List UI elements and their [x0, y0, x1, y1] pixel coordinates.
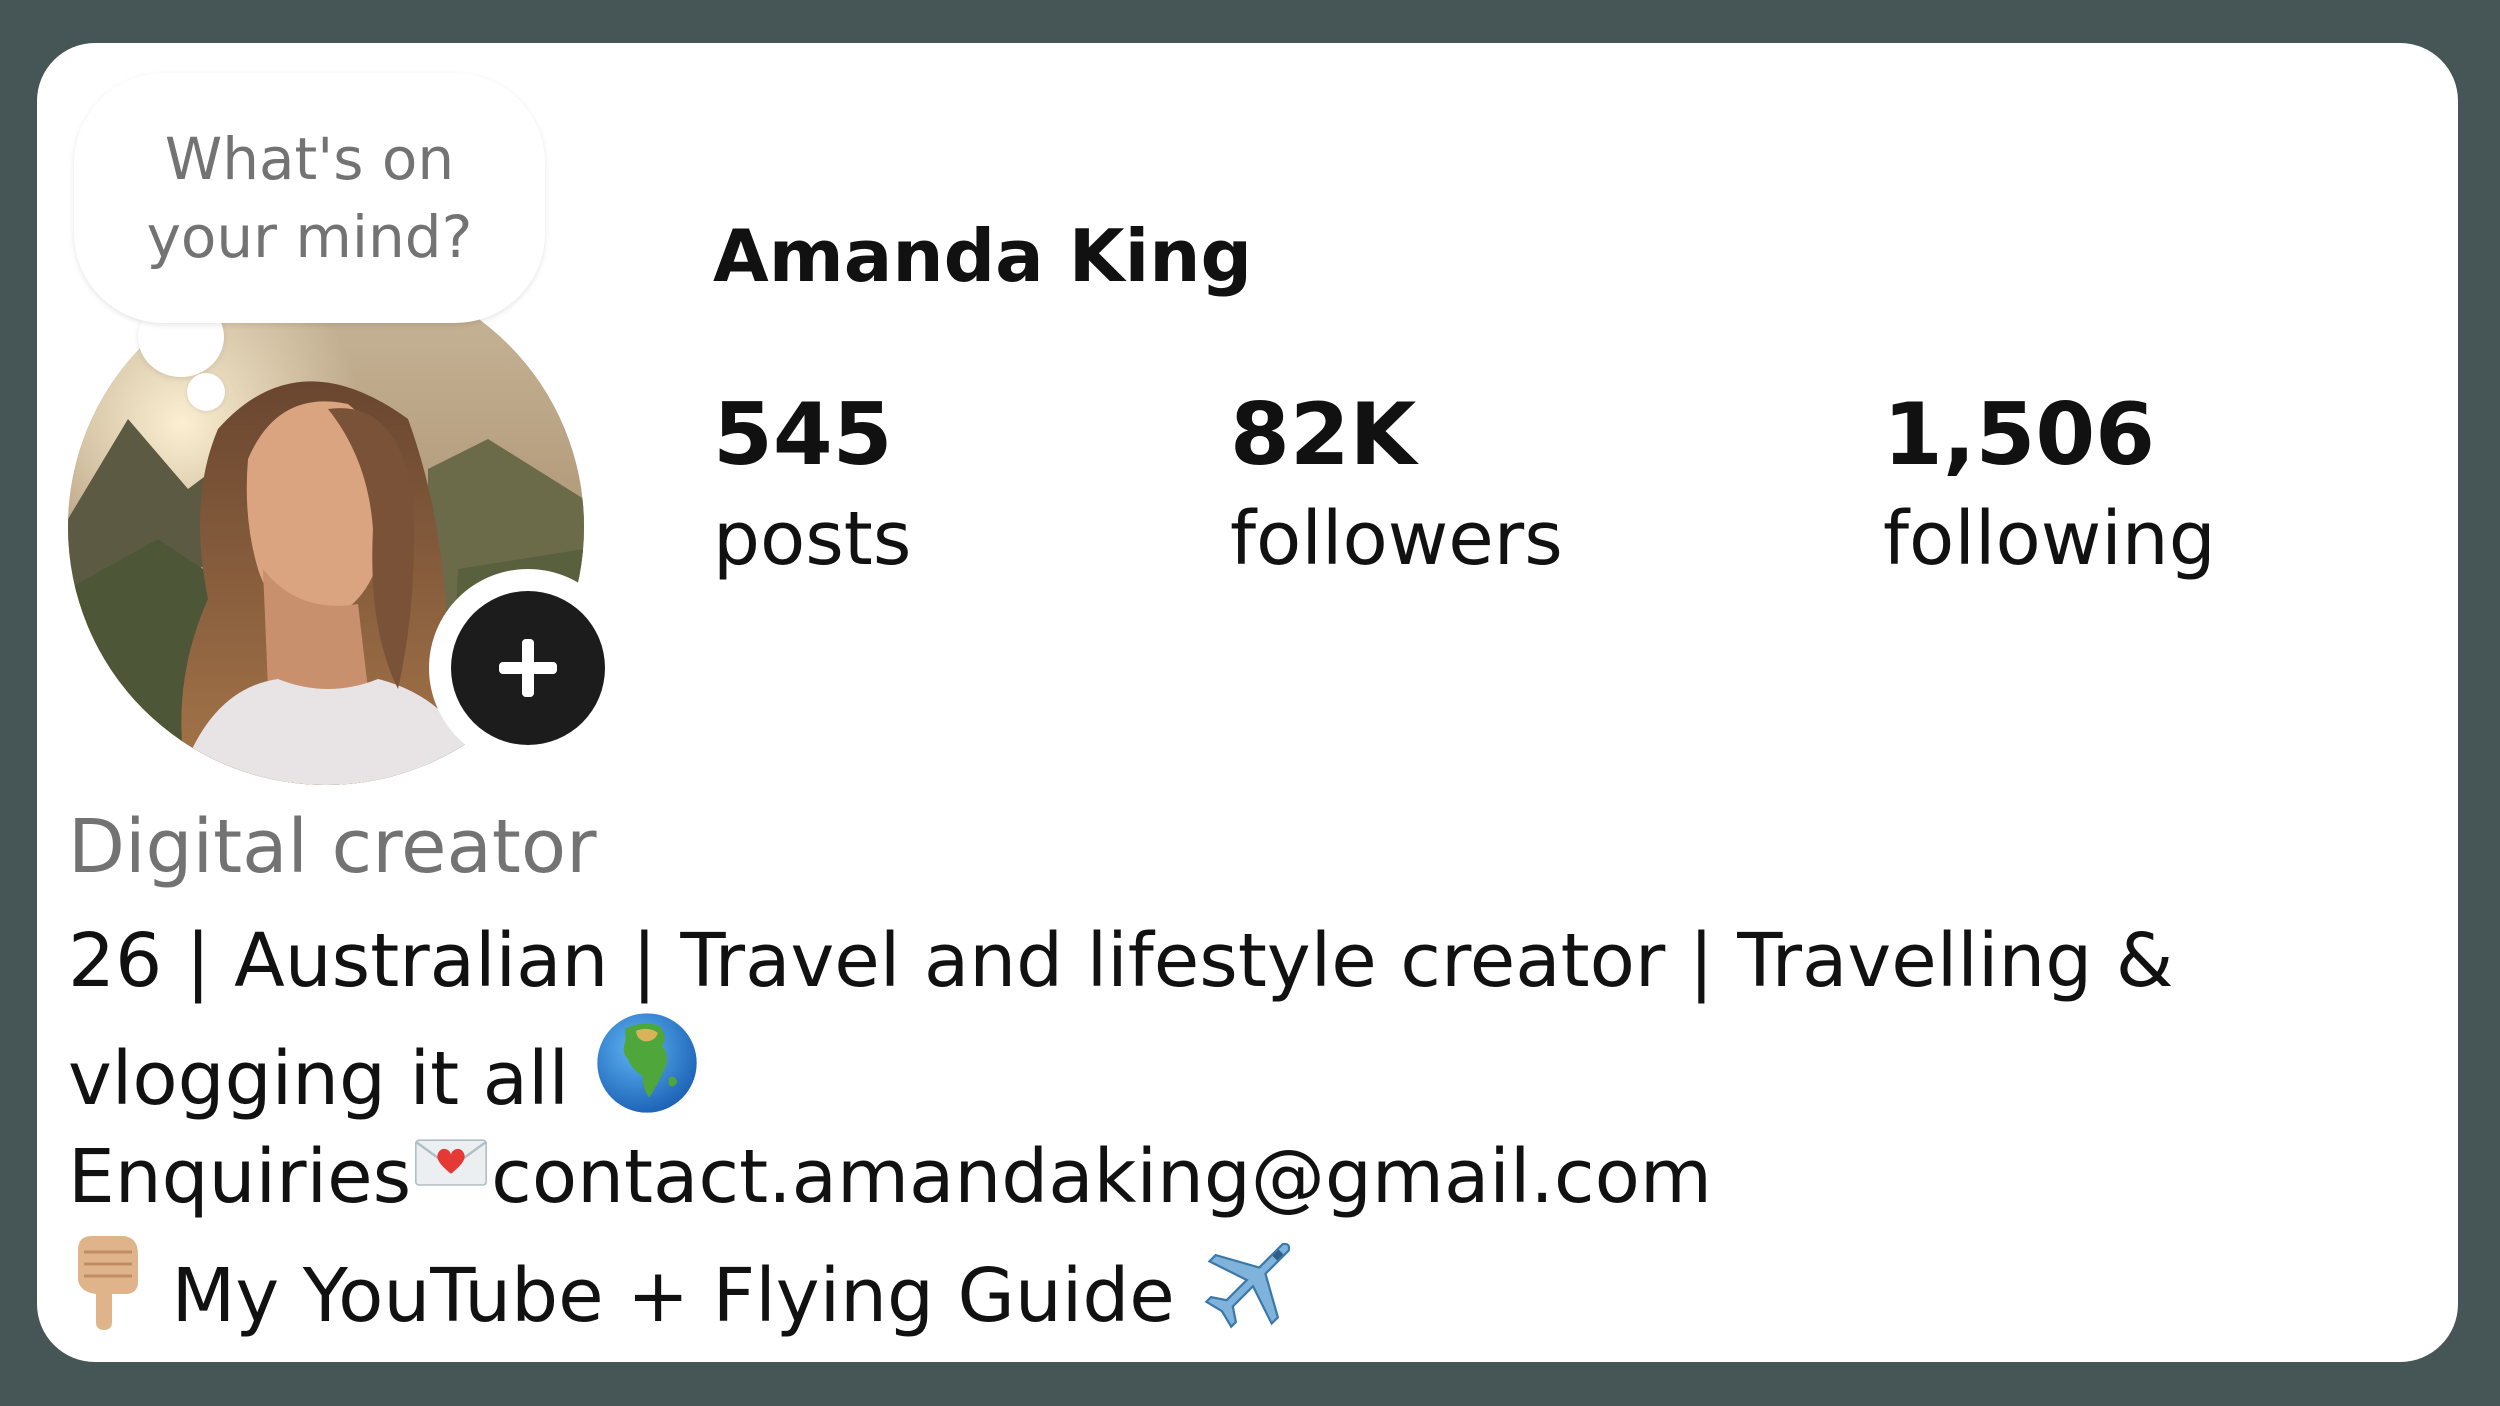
following-label: following [1883, 496, 2216, 582]
bio-line-1: 26 | Australian | Travel and lifestyle c… [68, 918, 2174, 1004]
profile-name: Amanda King [713, 214, 1253, 298]
bio-line-3: Enquiries contact.amandaking@gmail.com [68, 1123, 2368, 1231]
bio-line-4: My YouTube + Flying Guide [68, 1231, 2368, 1339]
following-count: 1,506 [1883, 385, 2156, 485]
posts-count: 545 [713, 385, 893, 485]
email-link[interactable]: contact.amandaking@gmail.com [491, 1134, 1712, 1220]
stat-posts[interactable]: 545 posts [713, 381, 911, 587]
followers-count: 82K [1230, 385, 1417, 485]
airplane-icon [1198, 1225, 1308, 1362]
stat-following[interactable]: 1,506 following [1883, 381, 2216, 587]
love-letter-icon [411, 1121, 491, 1230]
profile-category: Digital creator [68, 804, 597, 890]
stat-followers[interactable]: 82K followers [1230, 381, 1563, 587]
bio-line-2-text: vlogging it all [68, 1036, 570, 1123]
pointing-down-icon [68, 1230, 148, 1359]
plus-icon [499, 639, 557, 697]
profile-header-card: What's on your mind? Amanda King 545 pos… [37, 43, 2458, 1362]
thought-bubble[interactable]: What's on your mind? [74, 73, 545, 323]
followers-label: followers [1230, 496, 1563, 582]
thought-bubble-text: What's on your mind? [146, 125, 473, 271]
add-story-button[interactable] [451, 591, 605, 745]
thought-bubble-dot [187, 373, 225, 411]
bio-line-2: vlogging it all [68, 1013, 2368, 1123]
globe-africa-icon [593, 1009, 701, 1146]
posts-label: posts [713, 496, 912, 582]
screenshot-frame: What's on your mind? Amanda King 545 pos… [0, 0, 2500, 1406]
enquiries-label: Enquiries [68, 1134, 412, 1220]
youtube-flying-guide-link[interactable]: My YouTube + Flying Guide [172, 1253, 1175, 1339]
profile-bio: 26 | Australian | Travel and lifestyle c… [68, 907, 2368, 1339]
